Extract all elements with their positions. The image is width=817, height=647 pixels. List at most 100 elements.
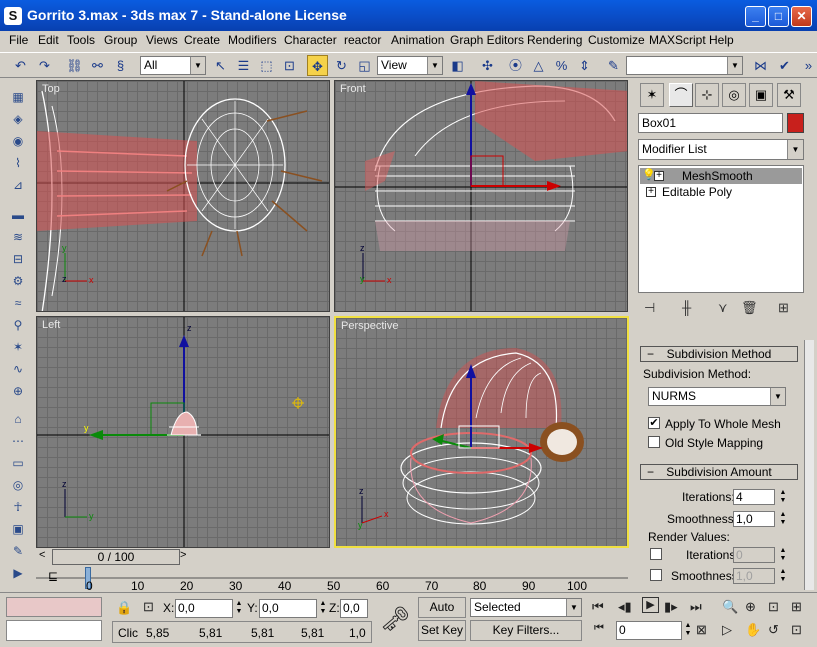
spinner-arrows-icon[interactable]: ▲ ▼ <box>778 511 788 527</box>
rectangular-selection-icon[interactable]: ⬚ <box>256 55 277 76</box>
spinner-arrows-icon[interactable]: ▲ ▼ <box>683 622 693 638</box>
menu-animation[interactable]: Animation <box>391 33 444 47</box>
key-mode-dropdown[interactable]: Selected ▼ <box>470 598 582 617</box>
expand-icon[interactable]: + <box>646 187 656 197</box>
menu-rendering[interactable]: Rendering <box>527 33 582 47</box>
subdivision-amount-rollout-header[interactable]: − Subdivision Amount <box>640 464 798 480</box>
key-filters-button[interactable]: Key Filters... <box>470 620 582 641</box>
maxscript-listener-mini[interactable] <box>6 597 102 617</box>
soft-body-collection-icon[interactable]: ◉ <box>8 134 28 152</box>
align-icon[interactable]: ✔ <box>774 55 795 76</box>
next-frame-icon[interactable]: ▮▸ <box>664 599 678 615</box>
object-name-field[interactable]: Box01 <box>638 113 783 133</box>
set-key-icon[interactable]: 🗝 <box>380 605 410 634</box>
menu-create[interactable]: Create <box>184 33 220 47</box>
menu-maxscript[interactable]: MAXScript <box>649 33 706 47</box>
select-and-scale-icon[interactable]: ◱ <box>354 55 375 76</box>
viewport-left[interactable]: Left z y z y <box>36 316 330 548</box>
use-pivot-center-icon[interactable]: ◧ <box>447 55 468 76</box>
preview-animation-icon[interactable]: ▶ <box>8 566 28 584</box>
percent-snap-icon[interactable]: % <box>551 55 572 76</box>
cloth-collection-icon[interactable]: ◈ <box>8 112 28 130</box>
toy-car-icon[interactable]: ⚲ <box>8 318 28 336</box>
menu-help[interactable]: Help <box>709 33 734 47</box>
menu-tools[interactable]: Tools <box>67 33 95 47</box>
lightbulb-icon[interactable]: 💡 <box>642 170 656 181</box>
expand-icon[interactable]: + <box>654 171 664 181</box>
rigid-body-collection-icon[interactable]: ▦ <box>8 90 28 108</box>
dashpot-icon[interactable]: ⊟ <box>8 252 28 270</box>
track-bar[interactable]: ⊑ 0 10 20 30 40 50 60 70 80 90 100 <box>36 566 628 593</box>
menu-edit[interactable]: Edit <box>38 33 59 47</box>
zoom-all-icon[interactable]: ⊕ <box>745 599 756 615</box>
menu-file[interactable]: File <box>9 33 28 47</box>
toolbar-more-icon[interactable]: » <box>798 55 817 76</box>
close-button[interactable]: ✕ <box>791 6 812 27</box>
fixed-icon[interactable]: ▣ <box>8 522 28 540</box>
chevron-right-icon[interactable]: > <box>180 549 186 561</box>
z-coordinate-field[interactable]: 0,0 <box>340 599 368 618</box>
minimize-button[interactable]: _ <box>745 6 766 27</box>
auto-key-button[interactable]: Auto Key <box>418 597 466 633</box>
select-and-move-icon[interactable]: ✥ <box>307 55 328 76</box>
x-coordinate-field[interactable]: 0,0 <box>175 599 233 618</box>
maximize-button[interactable]: □ <box>768 6 789 27</box>
spinner-arrows-icon[interactable]: ▲ ▼ <box>778 568 788 584</box>
modify-tab-icon[interactable]: ⌒ <box>669 83 693 107</box>
select-by-name-icon[interactable]: ☰ <box>233 55 254 76</box>
edit-named-selection-icon[interactable]: ✎ <box>603 55 624 76</box>
play-icon[interactable]: ▶ <box>642 597 659 613</box>
make-unique-icon[interactable]: ⋎ <box>718 300 728 316</box>
render-iterations-checkbox[interactable] <box>650 548 662 560</box>
old-style-mapping-checkbox[interactable] <box>648 436 660 448</box>
menu-character[interactable]: Character <box>284 33 337 47</box>
mirror-icon[interactable]: ⋈ <box>750 55 771 76</box>
go-to-start-icon[interactable]: ⏮ <box>592 599 604 615</box>
viewport-front[interactable]: Front z x y <box>334 80 628 312</box>
wind-icon[interactable]: ≈ <box>8 296 28 314</box>
rope-collection-icon[interactable]: ⌇ <box>8 156 28 174</box>
menu-views[interactable]: Views <box>146 33 178 47</box>
lock-selection-icon[interactable]: 🔒 <box>116 600 132 616</box>
maximize-viewport-icon[interactable]: ⊡ <box>791 622 802 638</box>
spinner-arrows-icon[interactable]: ▲ ▼ <box>778 489 788 505</box>
spring-icon[interactable]: ≋ <box>8 230 28 248</box>
motor-icon[interactable]: ⚙ <box>8 274 28 292</box>
unlink-icon[interactable]: ⚯ <box>87 55 108 76</box>
hinge-icon[interactable]: ⌂ <box>8 412 28 430</box>
fracture-icon[interactable]: ✶ <box>8 340 28 358</box>
time-slider-thumb[interactable]: 0 / 100 <box>52 549 180 565</box>
named-selection-dropdown[interactable]: ▼ <box>626 56 743 75</box>
hierarchy-tab-icon[interactable]: ⊹ <box>695 83 719 107</box>
select-and-link-icon[interactable]: ⛓ <box>64 55 85 76</box>
zoom-icon[interactable]: 🔍 <box>722 599 738 615</box>
window-crossing-icon[interactable]: ⊡ <box>279 55 300 76</box>
maxscript-input[interactable] <box>6 620 102 641</box>
subdivision-method-rollout-header[interactable]: − Subdivision Method <box>640 346 798 362</box>
go-to-end-icon[interactable]: ⏭ <box>690 599 702 615</box>
field-of-view-icon[interactable]: ▷ <box>722 622 732 638</box>
undo-icon[interactable]: ↶ <box>10 55 31 76</box>
deforming-mesh-icon[interactable]: ⊿ <box>8 178 28 196</box>
show-end-result-icon[interactable]: ╫ <box>682 300 691 315</box>
modifier-list-dropdown[interactable]: Modifier List ▼ <box>638 139 804 160</box>
render-iterations-spinner[interactable]: 0 <box>733 547 775 563</box>
zoom-extents-all-icon[interactable]: ⊞ <box>791 599 802 615</box>
y-coordinate-field[interactable]: 0,0 <box>259 599 317 618</box>
select-object-icon[interactable]: ↖ <box>210 55 231 76</box>
set-key-button[interactable]: Set Key <box>418 620 466 641</box>
bind-space-warp-icon[interactable]: § <box>110 55 131 76</box>
selection-filter-dropdown[interactable]: All ▼ <box>140 56 206 75</box>
viewport-top[interactable]: Top y x z <box>36 80 330 312</box>
select-and-rotate-icon[interactable]: ↻ <box>331 55 352 76</box>
utilities-tab-icon[interactable]: ⚒ <box>777 83 801 107</box>
render-smoothness-checkbox[interactable] <box>650 569 662 581</box>
menu-customize[interactable]: Customize <box>588 33 645 47</box>
spinner-arrows-icon[interactable]: ▲ ▼ <box>318 600 328 616</box>
water-icon[interactable]: ∿ <box>8 362 28 380</box>
prismatic-icon[interactable]: ▭ <box>8 456 28 474</box>
subdivision-method-dropdown[interactable]: NURMS ▼ <box>648 387 786 406</box>
command-panel-scrollbar[interactable] <box>804 340 814 590</box>
stack-item-editable-poly[interactable]: + Editable Poly <box>640 184 802 200</box>
stack-item-meshsmooth[interactable]: 💡 + MeshSmooth <box>640 168 802 184</box>
